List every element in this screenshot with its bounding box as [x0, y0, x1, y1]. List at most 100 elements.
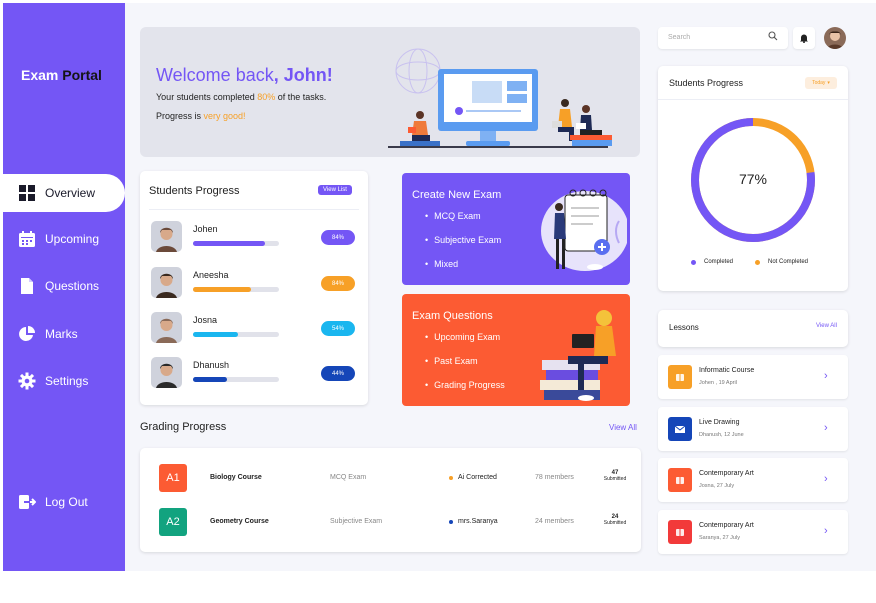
create-exam-item[interactable]: Subjective Exam	[425, 235, 501, 259]
file-icon	[18, 277, 36, 295]
chevron-right-icon[interactable]: ›	[824, 525, 828, 537]
sidebar-item-settings[interactable]: Settings	[3, 362, 125, 400]
student-name: Aneesha	[193, 270, 229, 280]
student-row[interactable]: Johen 84%	[151, 221, 361, 255]
lesson-item[interactable]: Live Drawing Dhanush, 12 June ›	[658, 407, 848, 451]
sidebar-item-label: Upcoming	[45, 232, 100, 246]
sidebar-item-label: Overview	[45, 186, 96, 200]
create-exam-item[interactable]: Mixed	[425, 259, 501, 283]
course-badge: A2	[159, 508, 187, 536]
legend-completed: Completed	[691, 259, 733, 265]
student-progress-bar	[193, 377, 279, 382]
exam-questions-item[interactable]: Past Exam	[425, 356, 505, 380]
exam-questions-card[interactable]: Exam Questions Upcoming Exam Past Exam G…	[402, 294, 630, 406]
period-dropdown-value: Today	[812, 80, 826, 86]
donut-title: Students Progress	[669, 78, 744, 88]
submitted-count: 47 Submitted	[598, 470, 632, 482]
student-avatar	[151, 221, 182, 252]
student-progress-fill	[193, 332, 238, 337]
user-avatar[interactable]	[824, 27, 846, 49]
lesson-title: Live Drawing	[699, 419, 740, 426]
sidebar-item-upcoming[interactable]: Upcoming	[3, 220, 125, 258]
students-progress-card: Students Progress View List Johen 84% Anee…	[140, 171, 368, 405]
lesson-item[interactable]: Informatic Course Johen , 19 April ›	[658, 355, 848, 399]
corrected-by: mrs.Saranya	[458, 518, 498, 525]
sidebar-item-questions[interactable]: Questions	[3, 267, 125, 305]
sidebar-item-label: Questions	[45, 279, 100, 293]
app: Exam Portal Overview Upcoming Questions	[3, 3, 876, 571]
create-exam-title: Create New Exam	[412, 189, 502, 201]
grading-row[interactable]: A2 Geometry Course Subjective Exam mrs.Sara…	[140, 500, 641, 544]
legend-dot	[691, 259, 696, 265]
lesson-title: Contemporary Art	[699, 470, 754, 477]
lesson-item[interactable]: Contemporary Art Josna, 27 July ›	[658, 458, 848, 502]
create-exam-card[interactable]: Create New Exam MCQ Exam Subjective Exam…	[402, 173, 630, 285]
notifications-button[interactable]	[793, 27, 815, 49]
student-row[interactable]: Aneesha 84%	[151, 267, 361, 301]
student-name: Josna	[193, 315, 218, 325]
period-dropdown[interactable]: Today ▾	[805, 77, 837, 89]
completion-line: Your students completed 80% of the tasks…	[156, 92, 326, 102]
divider	[658, 99, 848, 100]
exam-questions-item[interactable]: Upcoming Exam	[425, 332, 505, 356]
student-name: Johen	[193, 224, 218, 234]
student-percent-badge: 84%	[321, 276, 355, 291]
student-progress-bar	[193, 287, 279, 292]
legend-dot	[755, 259, 760, 265]
exam-questions-item[interactable]: Grading Progress	[425, 380, 505, 404]
submitted-label: Submitted	[603, 476, 627, 482]
lesson-title: Contemporary Art	[699, 522, 754, 529]
logo-part2: Portal	[62, 67, 102, 83]
chevron-right-icon[interactable]: ›	[824, 370, 828, 382]
sidebar-item-marks[interactable]: Marks	[3, 315, 125, 353]
student-avatar	[151, 312, 182, 343]
course-name: Biology Course	[210, 474, 262, 481]
user-name: , John!	[273, 65, 333, 85]
book-icon	[668, 520, 692, 544]
student-percent-badge: 54%	[321, 321, 355, 336]
search-bar[interactable]: Search	[658, 27, 788, 49]
donut-value: 77%	[738, 171, 768, 187]
search-icon[interactable]	[768, 31, 778, 41]
logout-button[interactable]: Log Out	[3, 483, 125, 521]
legend-not-completed: Not Completed	[755, 259, 808, 265]
lessons-title: Lessons	[669, 323, 699, 332]
lesson-subtitle: Saranya, 27 July	[699, 535, 740, 541]
sidebar-item-overview[interactable]: Overview	[3, 174, 125, 212]
student-progress-fill	[193, 377, 227, 382]
bell-icon	[800, 34, 808, 43]
view-list-button[interactable]: View List	[318, 185, 352, 195]
exam-questions-illustration	[540, 310, 616, 401]
search-input[interactable]: Search	[668, 34, 690, 41]
exam-questions-title: Exam Questions	[412, 310, 493, 322]
lesson-item[interactable]: Contemporary Art Saranya, 27 July ›	[658, 510, 848, 554]
create-exam-illustration	[541, 189, 627, 271]
student-progress-bar	[193, 332, 279, 337]
chevron-down-icon: ▾	[827, 80, 830, 86]
create-exam-item[interactable]: MCQ Exam	[425, 211, 501, 235]
student-progress-fill	[193, 241, 265, 246]
grading-progress-title: Grading Progress	[140, 421, 227, 433]
grading-progress-card: A1 Biology Course MCQ Exam Ai Corrected 78 m…	[140, 448, 641, 552]
member-count: 78 members	[535, 474, 574, 481]
chevron-right-icon[interactable]: ›	[824, 473, 828, 485]
lessons-view-all-link[interactable]: View All	[816, 323, 837, 329]
divider	[149, 209, 359, 210]
book-icon	[668, 468, 692, 492]
grading-row[interactable]: A1 Biology Course MCQ Exam Ai Corrected 78 m…	[140, 456, 641, 500]
lessons-header: Lessons View All	[658, 310, 848, 347]
completion-percent: 80%	[257, 92, 276, 102]
chevron-right-icon[interactable]: ›	[824, 422, 828, 434]
student-row[interactable]: Dhanush 44%	[151, 357, 361, 391]
welcome-banner: Welcome back, John! Your students comple…	[140, 27, 640, 157]
avatar-image	[824, 27, 846, 49]
students-progress-title: Students Progress	[149, 185, 240, 197]
exam-type: MCQ Exam	[330, 474, 367, 481]
lesson-subtitle: Johen , 19 April	[699, 380, 737, 386]
student-row[interactable]: Josna 54%	[151, 312, 361, 346]
student-progress-fill	[193, 287, 251, 292]
legend-label: Completed	[704, 259, 734, 265]
welcome-text: Welcome back	[156, 65, 274, 85]
sidebar-item-label: Marks	[45, 327, 78, 341]
grading-view-all-link[interactable]: View All	[609, 423, 637, 432]
